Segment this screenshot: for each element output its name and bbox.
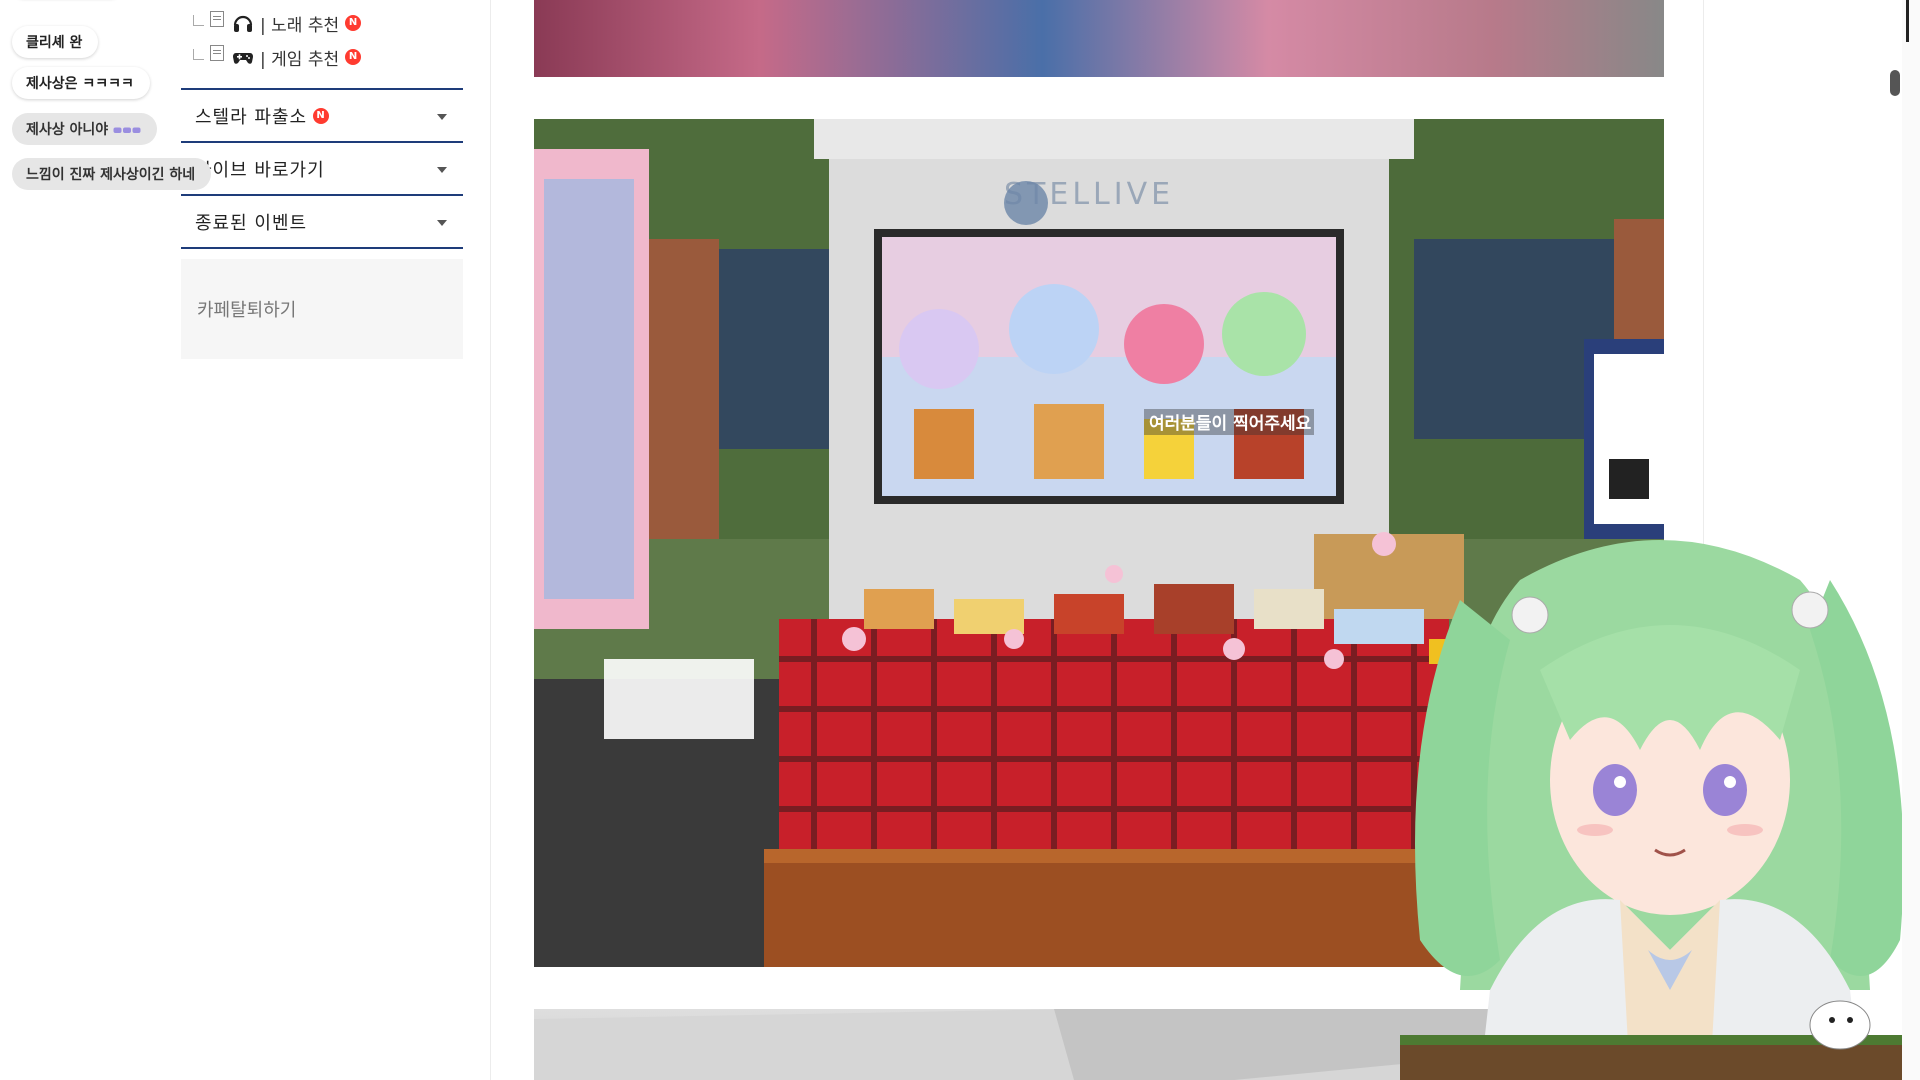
headphones-icon — [233, 15, 253, 32]
new-badge: N — [345, 49, 362, 65]
board-icon — [210, 11, 224, 27]
gamepad-icon — [233, 53, 253, 64]
banner-caption: 여러분들이 찍어주세요 — [1149, 414, 1312, 434]
chat-text: 제사상은 ㅋㅋㅋㅋ — [26, 76, 134, 92]
page-scrollbar[interactable] — [1902, 0, 1920, 1080]
chevron-down-icon — [437, 113, 447, 120]
category-stella-police[interactable]: 스텔라 파출소 N — [181, 90, 463, 143]
chevron-down-icon — [437, 219, 447, 226]
category-live-shortcut[interactable]: 라이브 바로가기 — [181, 143, 463, 196]
new-badge: N — [313, 107, 330, 124]
chat-message: 제사상 아니야 — [12, 113, 158, 145]
menu-item-label: | 게임 추천 — [260, 49, 340, 70]
emote-icon — [113, 127, 141, 133]
tree-branch — [193, 48, 204, 60]
tree-branch — [193, 14, 204, 26]
category-label: 라이브 바로가기 — [195, 159, 325, 181]
chat-message: 클리셰 완 — [12, 26, 99, 58]
leave-cafe-box: 카페탈퇴하기 — [181, 259, 463, 359]
chat-message: 제사상은 ㅋㅋㅋㅋ — [12, 67, 150, 99]
scrollbar-edge — [1906, 0, 1909, 42]
leave-cafe-link[interactable]: 카페탈퇴하기 — [197, 296, 296, 322]
scrollbar-thumb[interactable] — [1890, 70, 1900, 96]
board-icon — [210, 45, 224, 61]
chat-message: 느낌이 진짜 제사상이긴 하네 — [12, 158, 212, 190]
cafe-menu: | 노래 추천 N | 게임 추천 N 스텔라 파출소 N 라이브 바로가기 종… — [181, 0, 463, 359]
category-ended-events[interactable]: 종료된 이벤트 — [181, 196, 463, 249]
chat-text: 느낌이 진짜 제사상이긴 하네 — [26, 167, 196, 183]
menu-item-game-recommend[interactable]: | 게임 추천 N — [181, 40, 463, 74]
vtuber-avatar — [1400, 540, 1920, 1080]
chevron-down-icon — [437, 166, 447, 173]
sidebar-divider — [490, 0, 491, 1080]
chat-text: 클리셰 완 — [26, 35, 83, 51]
menu-item-label: | 노래 추천 — [260, 15, 340, 36]
chat-text: 제사상 아니야 — [26, 122, 109, 138]
menu-item-song-recommend[interactable]: | 노래 추천 N — [181, 6, 463, 40]
post-photo-top — [534, 0, 1664, 77]
category-label: 스텔라 파출소 — [195, 106, 308, 128]
new-badge: N — [345, 15, 362, 31]
category-label: 종료된 이벤트 — [195, 212, 308, 234]
